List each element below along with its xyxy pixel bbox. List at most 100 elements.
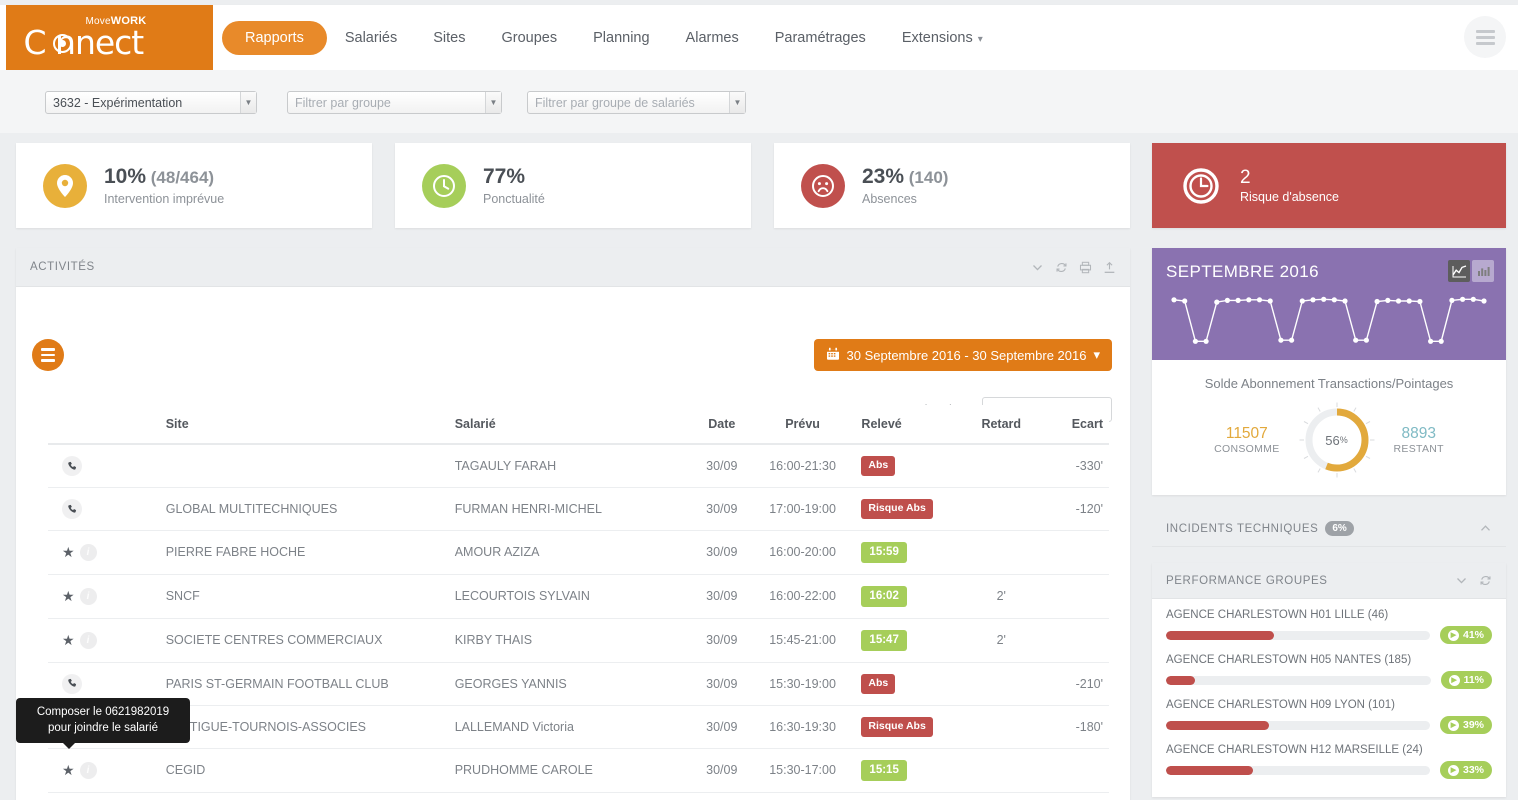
cell-date: 30/09: [688, 662, 756, 705]
sparkline-point: [1193, 339, 1198, 344]
sparkline-point: [1300, 298, 1305, 303]
export-icon[interactable]: [1103, 261, 1116, 274]
column-header-ecart[interactable]: Ecart: [1045, 405, 1109, 444]
table-row[interactable]: ★iCEGIDPRUDHOMME CAROLE30/0915:30-17:001…: [48, 748, 1109, 792]
performance-percent-badge[interactable]: ▶33%: [1440, 761, 1492, 779]
performance-percent-badge[interactable]: ▶11%: [1441, 671, 1492, 689]
site-filter-select[interactable]: 3632 - Expérimentation ▼: [45, 91, 257, 114]
date-range-picker-button[interactable]: 30 Septembre 2016 - 30 Septembre 2016 ▾: [814, 339, 1112, 371]
info-icon[interactable]: i: [80, 632, 97, 649]
table-row[interactable]: TAGAULY FARAH30/0916:00-21:30Abs-330': [48, 444, 1109, 488]
column-header-site[interactable]: Site: [106, 405, 395, 444]
nav-label: Salariés: [345, 30, 397, 46]
logo-dot-icon: [59, 40, 66, 47]
nav-item-parametrages[interactable]: Paramétrages: [757, 21, 884, 55]
nav-label: Rapports: [245, 30, 304, 46]
table-row[interactable]: ★iSOCIETE CENTRES COMMERCIAUXKIRBY THAIS…: [48, 618, 1109, 662]
favorite-star-icon[interactable]: ★: [62, 589, 75, 603]
consumed-value: 11507: [1214, 425, 1279, 443]
info-icon[interactable]: i: [80, 762, 97, 779]
chevron-down-icon: ▼: [485, 92, 501, 113]
group-filter-select[interactable]: Filtrer par groupe ▼: [287, 91, 502, 114]
refresh-icon[interactable]: [1055, 261, 1068, 274]
activities-panel-header: ACTIVITÉS: [16, 248, 1130, 287]
cell-prevu: 16:00-21:30: [756, 444, 850, 488]
kpi-card-intervention-imprevue[interactable]: 10% (48/464) Intervention imprévue: [16, 143, 372, 228]
cell-ecart: [1045, 748, 1109, 792]
activities-menu-button[interactable]: [32, 339, 64, 371]
cell-retard: [958, 444, 1045, 488]
chevron-up-icon[interactable]: [1479, 522, 1492, 535]
right-sidebar: SEPTEMBRE 2016 Solde Abonnement Transact…: [1152, 248, 1506, 797]
line-chart-icon[interactable]: [1448, 260, 1470, 282]
sparkline-point: [1182, 298, 1187, 303]
print-icon[interactable]: [1079, 261, 1092, 274]
hamburger-icon-line: [1476, 36, 1495, 39]
phone-tooltip: Composer le 0621982019 pour joindre le s…: [16, 698, 190, 743]
incidents-techniques-panel-header[interactable]: INCIDENTS TECHNIQUES 6%: [1152, 511, 1506, 547]
nav-item-salaries[interactable]: Salariés: [327, 21, 415, 55]
activities-toolbar: 30 Septembre 2016 - 30 Septembre 2016 ▾ …: [16, 287, 1130, 405]
performance-group-item[interactable]: AGENCE CHARLESTOWN H12 MARSEILLE (24)▶33…: [1166, 744, 1492, 779]
table-row[interactable]: ★iPIERRE FABRE HOCHEAMOUR AZIZA30/0916:0…: [48, 531, 1109, 575]
employee-group-filter-select[interactable]: Filtrer par groupe de salariés ▼: [527, 91, 746, 114]
nav-item-planning[interactable]: Planning: [575, 21, 667, 55]
favorite-star-icon[interactable]: ★: [62, 545, 75, 559]
table-row[interactable]: ★iSNCFLECOURTOIS SYLVAIN30/0916:00-22:00…: [48, 574, 1109, 618]
kpi-extra-value: (48/464): [146, 168, 214, 187]
phone-icon[interactable]: [62, 456, 82, 476]
bar-chart-icon[interactable]: [1472, 260, 1494, 282]
favorite-star-icon[interactable]: ★: [62, 633, 75, 647]
cell-ecart: [1045, 574, 1109, 618]
performance-group-name: AGENCE CHARLESTOWN H05 NANTES (185): [1166, 654, 1492, 666]
column-header-releve[interactable]: Relevé: [849, 405, 957, 444]
clock-icon: [422, 164, 466, 208]
donut-percent: 56%: [1298, 401, 1376, 479]
sparkline-point: [1385, 298, 1390, 303]
sparkline-point: [1310, 297, 1315, 302]
nav-item-groupes[interactable]: Groupes: [483, 21, 575, 55]
column-header-icons[interactable]: [48, 405, 106, 444]
phone-icon[interactable]: [62, 499, 82, 519]
column-header-prevu[interactable]: Prévu: [756, 405, 850, 444]
performance-group-item[interactable]: AGENCE CHARLESTOWN H01 LILLE (46)▶41%: [1166, 609, 1492, 644]
performance-percent-badge[interactable]: ▶41%: [1440, 626, 1492, 644]
performance-percent-badge[interactable]: ▶39%: [1440, 716, 1492, 734]
kpi-card-risque-absence[interactable]: 2 Risque d'absence: [1152, 143, 1506, 228]
kpi-card-absences[interactable]: 23% (140) Absences: [774, 143, 1130, 228]
table-row[interactable]: GLOBAL MULTITECHNIQUESFURMAN HENRI-MICHE…: [48, 488, 1109, 531]
sparkline-point: [1225, 298, 1230, 303]
nav-item-alarmes[interactable]: Alarmes: [668, 21, 757, 55]
performance-percent-value: 33%: [1463, 764, 1484, 776]
cell-ecart: -180': [1045, 792, 1109, 800]
refresh-icon[interactable]: [1479, 574, 1492, 587]
table-row[interactable]: BOUYGUES E&S UNITED BISCUITDOUMBE LORNA3…: [48, 792, 1109, 800]
performance-group-item[interactable]: AGENCE CHARLESTOWN H05 NANTES (185) ▶11%: [1166, 654, 1492, 689]
performance-group-bar-row: ▶41%: [1166, 626, 1492, 644]
top-hamburger-menu-button[interactable]: [1464, 16, 1506, 58]
nav-item-rapports[interactable]: Rapports: [222, 21, 327, 55]
phone-icon[interactable]: [62, 674, 82, 694]
column-header-salarie[interactable]: Salarié: [395, 405, 688, 444]
cell-site: [106, 444, 395, 488]
chevron-down-icon[interactable]: [1031, 261, 1044, 274]
nav-item-sites[interactable]: Sites: [415, 21, 483, 55]
incidents-title-group: INCIDENTS TECHNIQUES 6%: [1166, 521, 1354, 536]
cell-retard: [958, 705, 1045, 748]
performance-group-item[interactable]: AGENCE CHARLESTOWN H09 LYON (101)▶39%: [1166, 699, 1492, 734]
performance-panel-header: PERFORMANCE GROUPES: [1152, 563, 1506, 599]
table-row[interactable]: PARIS ST-GERMAIN FOOTBALL CLUBGEORGES YA…: [48, 662, 1109, 705]
info-icon[interactable]: i: [80, 588, 97, 605]
info-icon[interactable]: i: [80, 544, 97, 561]
table-row[interactable]: LARTIGUE-TOURNOIS-ASSOCIESLALLEMAND Vict…: [48, 705, 1109, 748]
cell-site: CEGID: [106, 748, 395, 792]
favorite-star-icon[interactable]: ★: [62, 763, 75, 777]
column-header-date[interactable]: Date: [688, 405, 756, 444]
chevron-down-icon[interactable]: [1455, 574, 1468, 587]
app-logo[interactable]: MoveWORK C nnect: [6, 5, 213, 70]
column-header-retard[interactable]: Retard: [958, 405, 1045, 444]
nav-item-extensions[interactable]: Extensions▾: [884, 21, 1001, 55]
donut-percent-value: 56: [1325, 433, 1339, 448]
kpi-card-ponctualite[interactable]: 77% Ponctualité: [395, 143, 751, 228]
hamburger-icon-line: [1476, 30, 1495, 33]
